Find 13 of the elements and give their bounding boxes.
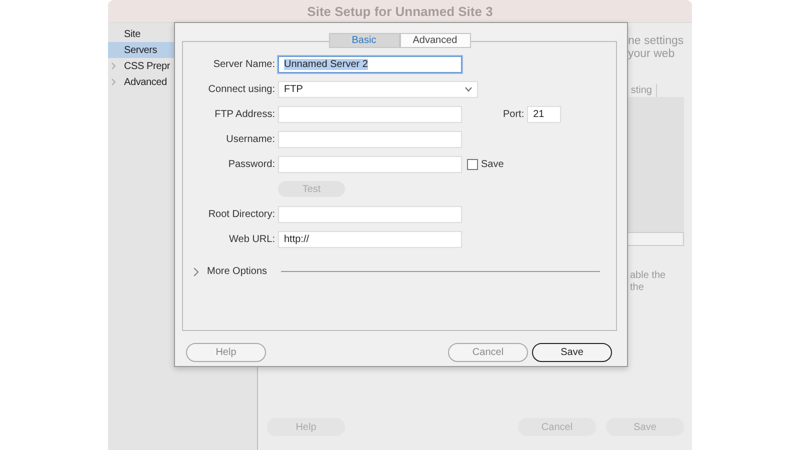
description-text: able the [629, 270, 667, 282]
description-text: ne settings [627, 35, 684, 48]
field-label: Port: [503, 108, 524, 120]
field-label: Connect using: [207, 84, 275, 94]
description-text: the [629, 282, 645, 294]
field-label: Server Name: [212, 58, 275, 70]
window-title: Site Setup for Unnamed Site 3 [307, 4, 493, 18]
field-label: Username: [225, 134, 275, 144]
field-label: Password: [227, 158, 275, 170]
description-text: your web [627, 48, 676, 61]
field-label: Root Directory: [207, 208, 275, 220]
field-label: Web URL: [228, 234, 275, 244]
field-label: FTP Address: [214, 108, 275, 120]
